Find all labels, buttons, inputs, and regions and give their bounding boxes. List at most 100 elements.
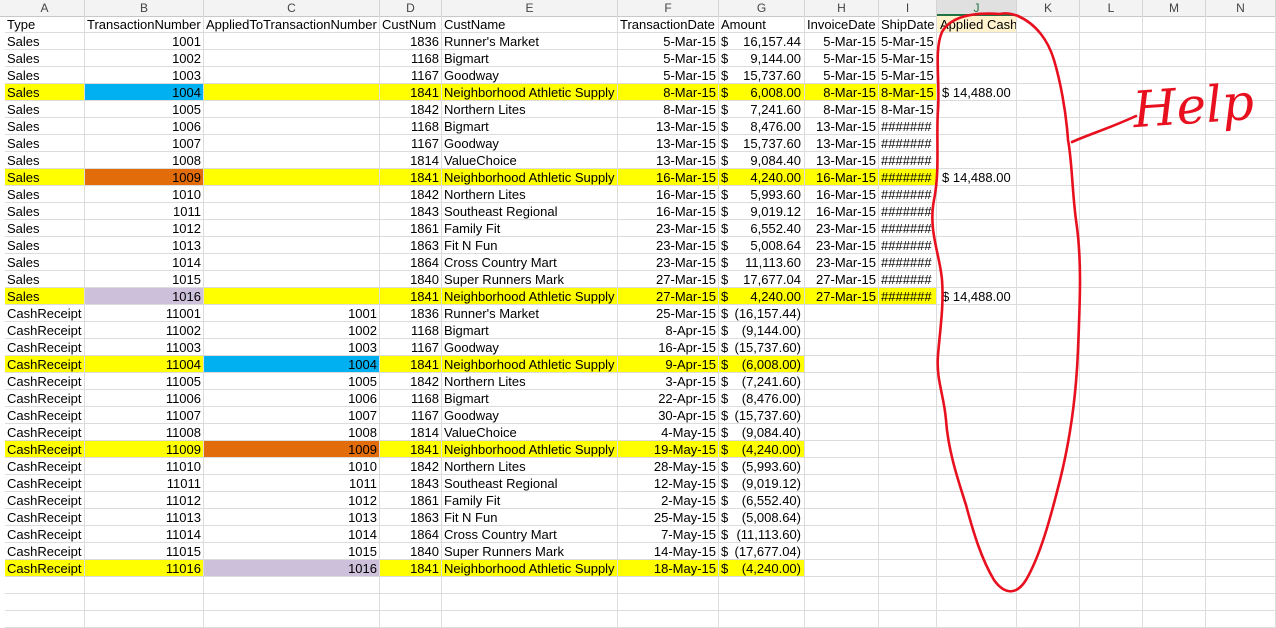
- cell-trans-date[interactable]: 25-Mar-15: [618, 305, 719, 322]
- cell-M[interactable]: [1143, 509, 1206, 526]
- cell-ship-date[interactable]: [879, 526, 937, 543]
- cell-applied-to[interactable]: [204, 237, 380, 254]
- cell-cust-num[interactable]: 1167: [380, 407, 442, 424]
- empty-cell[interactable]: [1080, 611, 1143, 628]
- cell-cust-num[interactable]: 1863: [380, 237, 442, 254]
- cell-trans-date[interactable]: 13-Mar-15: [618, 118, 719, 135]
- cell-K[interactable]: [1017, 220, 1080, 237]
- cell-cust-name[interactable]: Goodway: [442, 339, 618, 356]
- empty-cell[interactable]: [618, 577, 719, 594]
- cell-amount[interactable]: $ (4,240.00): [719, 441, 805, 458]
- cell-trans-num[interactable]: 11015: [85, 543, 204, 560]
- cell-trans-num[interactable]: 1007: [85, 135, 204, 152]
- cell-cust-num[interactable]: 1814: [380, 152, 442, 169]
- cell-cust-name[interactable]: Neighborhood Athletic Supply: [442, 560, 618, 577]
- cell-trans-num[interactable]: 11006: [85, 390, 204, 407]
- cell-trans-date[interactable]: 19-May-15: [618, 441, 719, 458]
- cell-trans-date[interactable]: 16-Apr-15: [618, 339, 719, 356]
- cell-trans-date[interactable]: 9-Apr-15: [618, 356, 719, 373]
- cell-ship-date[interactable]: [879, 322, 937, 339]
- cell-M[interactable]: [1143, 101, 1206, 118]
- cell-trans-num[interactable]: 11009: [85, 441, 204, 458]
- cell-N[interactable]: [1206, 67, 1276, 84]
- cell-applied-to[interactable]: 1002: [204, 322, 380, 339]
- cell-M[interactable]: [1143, 492, 1206, 509]
- header-cell-trans-num[interactable]: TransactionNumber: [85, 16, 204, 33]
- cell-type[interactable]: Sales: [5, 271, 85, 288]
- cell-M[interactable]: [1143, 322, 1206, 339]
- cell-N[interactable]: [1206, 441, 1276, 458]
- cell-K[interactable]: [1017, 424, 1080, 441]
- cell-M[interactable]: [1143, 441, 1206, 458]
- cell-amount[interactable]: $ (6,552.40): [719, 492, 805, 509]
- header-cell-ship-date[interactable]: ShipDate: [879, 16, 937, 33]
- cell-K[interactable]: [1017, 526, 1080, 543]
- cell-invoice-date[interactable]: 23-Mar-15: [805, 237, 879, 254]
- cell-trans-num[interactable]: 11005: [85, 373, 204, 390]
- cell-invoice-date[interactable]: 8-Mar-15: [805, 84, 879, 101]
- empty-cell[interactable]: [1206, 594, 1276, 611]
- cell-K[interactable]: [1017, 339, 1080, 356]
- cell-ship-date[interactable]: [879, 543, 937, 560]
- empty-cell[interactable]: [1206, 611, 1276, 628]
- cell-ship-date[interactable]: [879, 560, 937, 577]
- cell-amount[interactable]: $4,240.00: [719, 288, 805, 305]
- cell-cust-num[interactable]: 1842: [380, 186, 442, 203]
- cell-K[interactable]: [1017, 67, 1080, 84]
- cell-N[interactable]: [1206, 322, 1276, 339]
- cell-cust-name[interactable]: Southeast Regional: [442, 203, 618, 220]
- cell-L[interactable]: [1080, 441, 1143, 458]
- cell-applied-to[interactable]: [204, 203, 380, 220]
- cell-type[interactable]: Sales: [5, 50, 85, 67]
- cell-N[interactable]: [1206, 288, 1276, 305]
- cell-M[interactable]: [1143, 254, 1206, 271]
- cell-M[interactable]: [1143, 305, 1206, 322]
- cell-cust-num[interactable]: 1842: [380, 101, 442, 118]
- cell-invoice-date[interactable]: [805, 424, 879, 441]
- cell-trans-num[interactable]: 1004: [85, 84, 204, 101]
- empty-cell[interactable]: [442, 577, 618, 594]
- cell-N[interactable]: [1206, 271, 1276, 288]
- cell-applied-cash[interactable]: [937, 305, 1017, 322]
- empty-cell[interactable]: [1080, 594, 1143, 611]
- cell-type[interactable]: CashReceipt: [5, 509, 85, 526]
- cell-applied-cash[interactable]: $ 14,488.00: [937, 288, 1017, 305]
- cell-applied-cash[interactable]: [937, 33, 1017, 50]
- cell-type[interactable]: Sales: [5, 220, 85, 237]
- cell-invoice-date[interactable]: 27-Mar-15: [805, 271, 879, 288]
- cell-ship-date[interactable]: [879, 492, 937, 509]
- cell-trans-num[interactable]: 1003: [85, 67, 204, 84]
- cell-ship-date[interactable]: [879, 407, 937, 424]
- cell-K[interactable]: [1017, 50, 1080, 67]
- column-header-N[interactable]: N: [1206, 0, 1276, 16]
- cell-L[interactable]: [1080, 373, 1143, 390]
- cell-L[interactable]: [1080, 288, 1143, 305]
- cell-M[interactable]: [1143, 339, 1206, 356]
- cell-M[interactable]: [1143, 373, 1206, 390]
- cell-K[interactable]: [1017, 203, 1080, 220]
- cell-applied-to[interactable]: [204, 288, 380, 305]
- cell-cust-name[interactable]: Neighborhood Athletic Supply: [442, 288, 618, 305]
- empty-cell[interactable]: [879, 594, 937, 611]
- cell-invoice-date[interactable]: 16-Mar-15: [805, 203, 879, 220]
- cell-cust-name[interactable]: Goodway: [442, 67, 618, 84]
- cell-ship-date[interactable]: [879, 424, 937, 441]
- empty-cell[interactable]: [937, 577, 1017, 594]
- cell-N[interactable]: [1206, 101, 1276, 118]
- cell-applied-to[interactable]: [204, 135, 380, 152]
- cell-invoice-date[interactable]: 16-Mar-15: [805, 169, 879, 186]
- cell-K[interactable]: [1017, 84, 1080, 101]
- cell-invoice-date[interactable]: 5-Mar-15: [805, 67, 879, 84]
- cell-applied-to[interactable]: 1009: [204, 441, 380, 458]
- cell-applied-to[interactable]: 1006: [204, 390, 380, 407]
- cell-cust-num[interactable]: 1836: [380, 33, 442, 50]
- cell-applied-cash[interactable]: [937, 441, 1017, 458]
- cell-cust-name[interactable]: Fit N Fun: [442, 509, 618, 526]
- cell-trans-date[interactable]: 23-Mar-15: [618, 220, 719, 237]
- cell-N[interactable]: [1206, 543, 1276, 560]
- empty-cell[interactable]: [380, 611, 442, 628]
- cell-K[interactable]: [1017, 271, 1080, 288]
- cell-K[interactable]: [1017, 373, 1080, 390]
- cell-cust-name[interactable]: Runner's Market: [442, 33, 618, 50]
- cell-trans-num[interactable]: 11007: [85, 407, 204, 424]
